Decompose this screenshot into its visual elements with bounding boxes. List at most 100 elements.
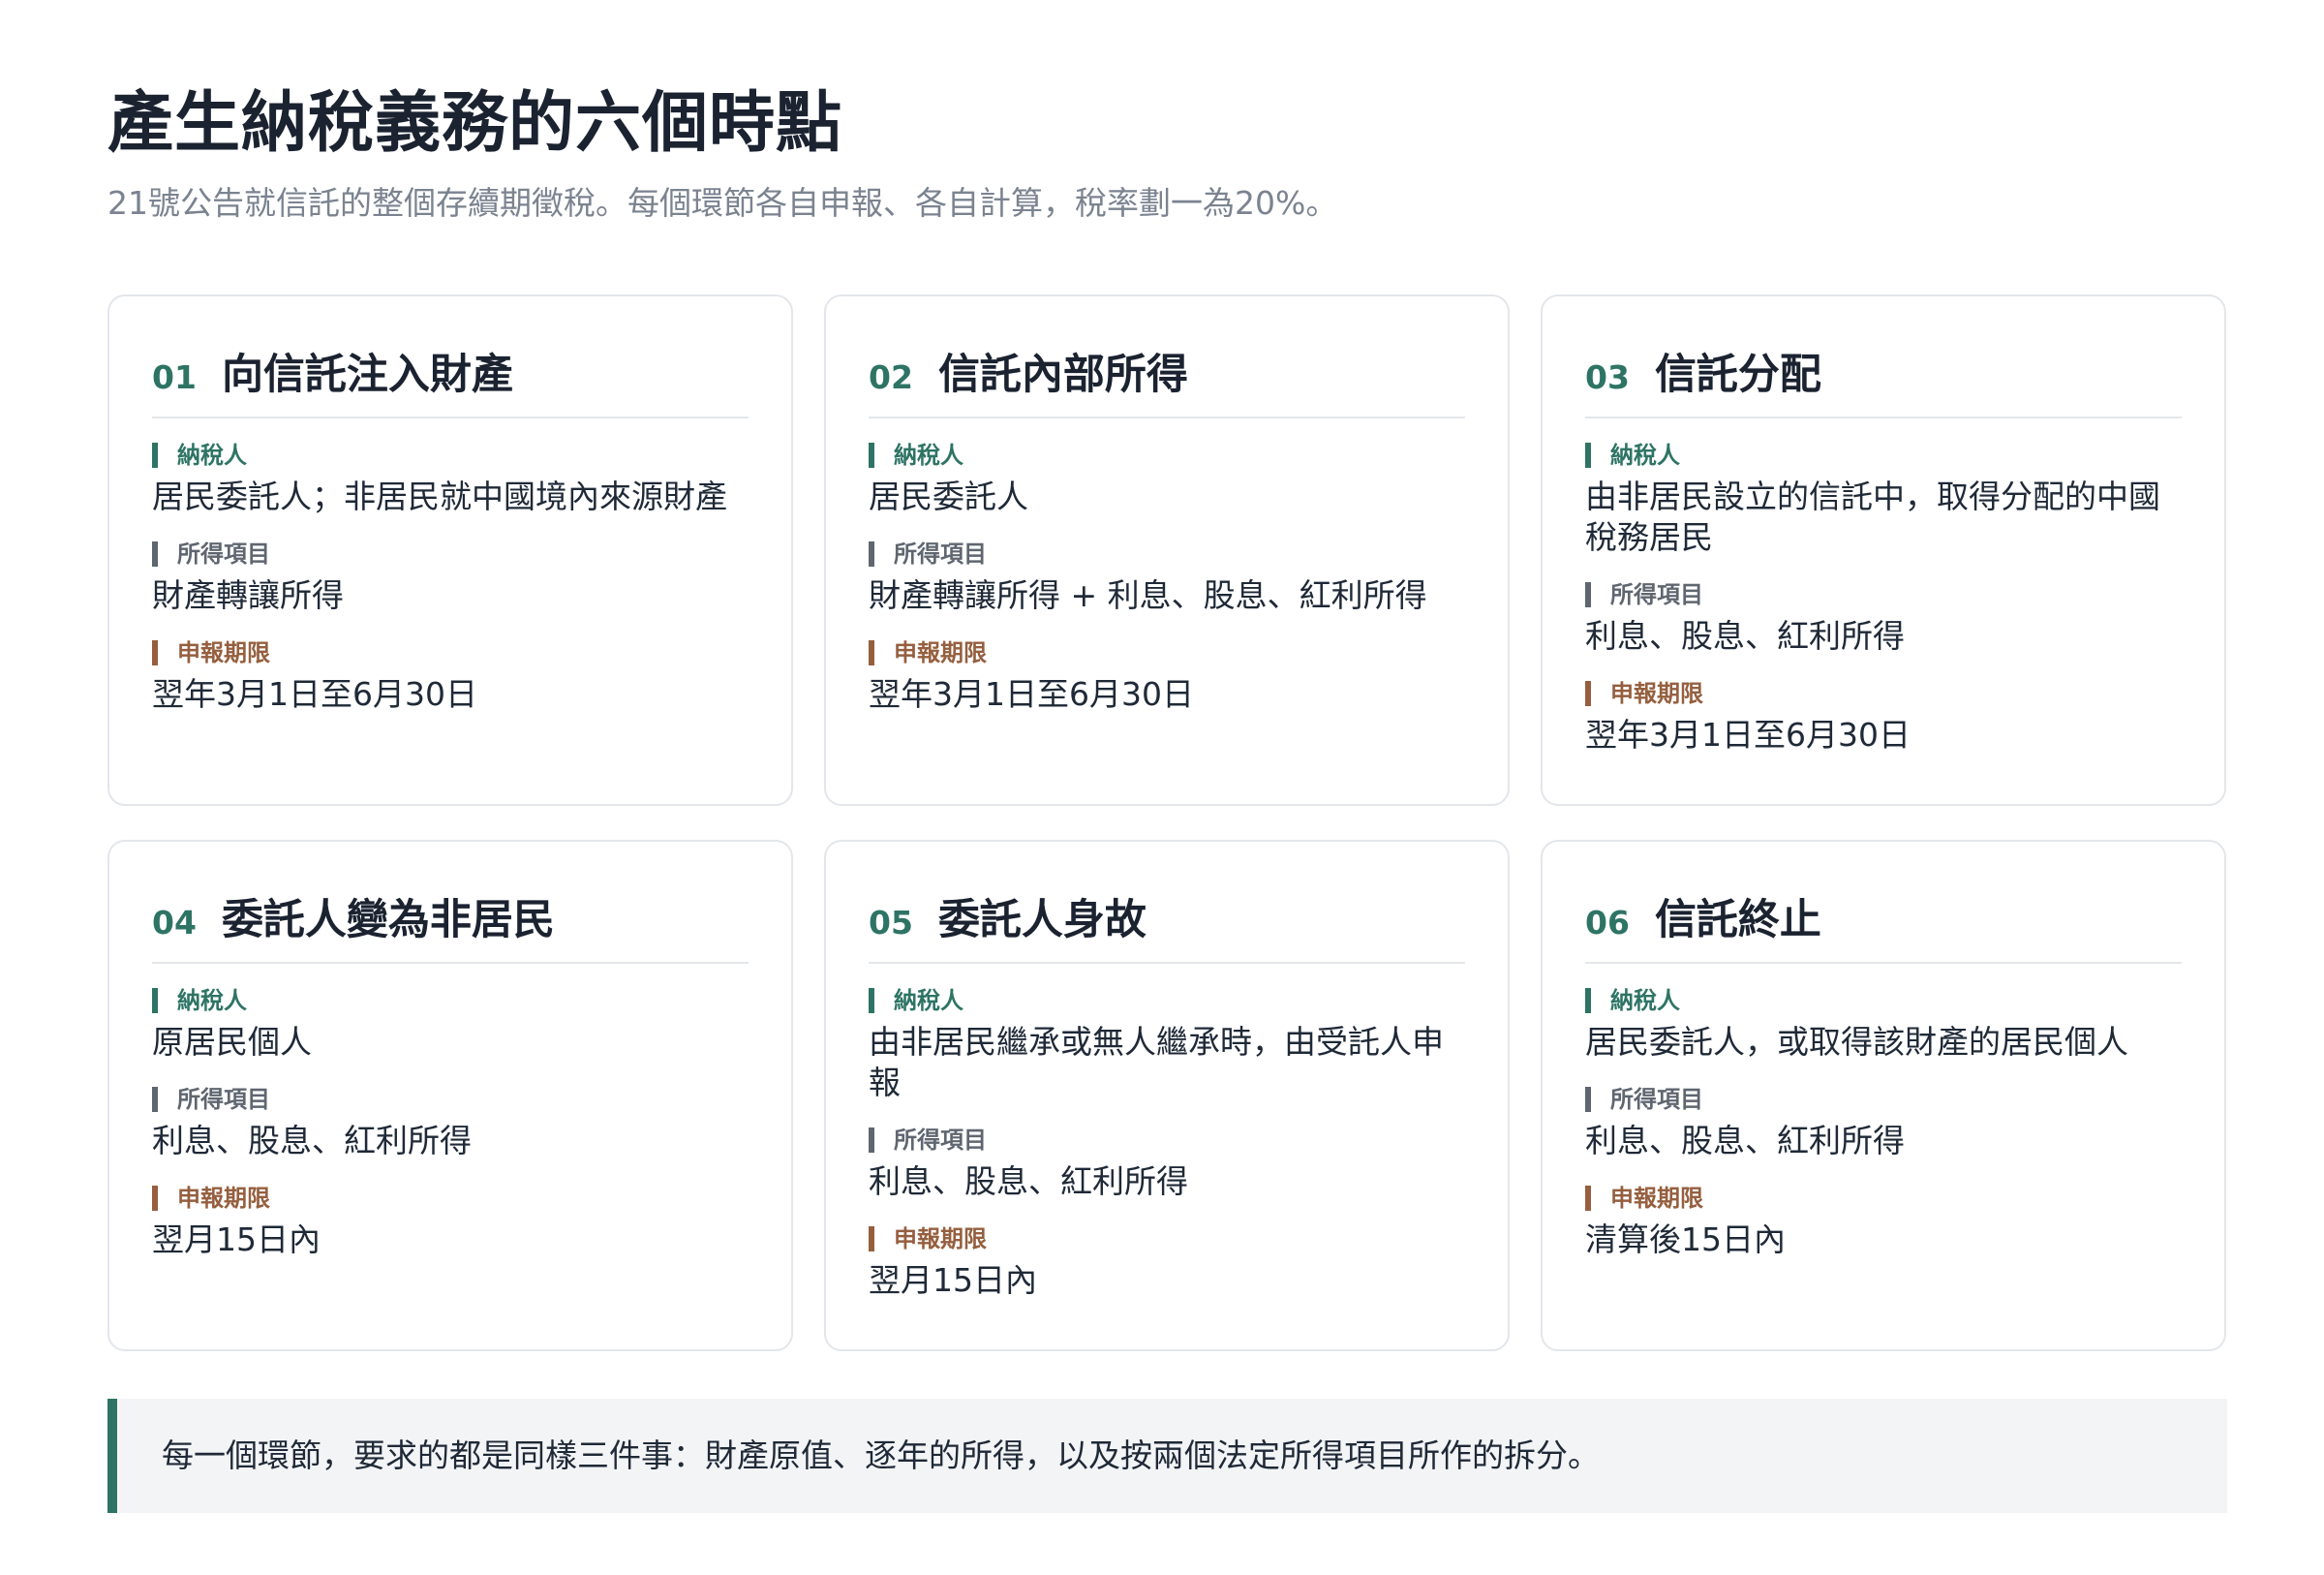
income-item-field: 所得項目 財產轉讓所得 [152,539,749,616]
deadline-label-text: 申報期限 [894,1225,987,1252]
taxpayer-value: 居民委託人；非居民就中國境內來源財產 [152,478,727,515]
label-marker [152,541,158,567]
income-item-label: 所得項目 [152,539,749,570]
taxpayer-value: 原居民個人 [152,1023,312,1061]
card-number: 05 [869,904,913,942]
taxpayer-label: 納稅人 [869,440,1465,471]
card-06: 06 信託終止 納稅人 居民委託人，或取得該財產的居民個人 所得項目 利息、股息… [1541,840,2226,1351]
card-header: 06 信託終止 [1585,886,2182,964]
card-header: 04 委託人變為非居民 [152,886,749,964]
card-05: 05 委託人身故 納稅人 由非居民繼承或無人繼承時，由受託人申報 所得項目 利息… [824,840,1510,1351]
taxpayer-value: 居民委託人 [869,478,1028,515]
deadline-field: 申報期限 翌年3月1日至6月30日 [152,637,749,715]
card-title: 信託內部所得 [937,351,1188,399]
income-item-label: 所得項目 [1585,1084,2182,1115]
deadline-label: 申報期限 [1585,678,2182,709]
card-02: 02 信託內部所得 納稅人 居民委託人 所得項目 財產轉讓所得 + 利息、股息、… [824,294,1510,806]
deadline-label-text: 申報期限 [177,1185,270,1212]
deadline-label: 申報期限 [152,1183,749,1214]
deadline-label: 申報期限 [869,1223,1465,1254]
taxpayer-label: 納稅人 [869,985,1465,1016]
taxpayer-field: 納稅人 居民委託人；非居民就中國境內來源財產 [152,440,749,517]
income-item-label-text: 所得項目 [1610,1086,1703,1113]
card-03: 03 信託分配 納稅人 由非居民設立的信託中，取得分配的中國稅務居民 所得項目 … [1541,294,2226,806]
card-grid: 01 向信託注入財產 納稅人 居民委託人；非居民就中國境內來源財產 所得項目 財… [107,294,2227,1351]
taxpayer-label: 納稅人 [1585,985,2182,1016]
income-item-label-text: 所得項目 [894,540,987,568]
label-marker [869,640,874,665]
label-marker [152,443,158,468]
label-marker [1585,443,1591,468]
taxpayer-label-text: 納稅人 [894,987,963,1014]
taxpayer-field: 納稅人 原居民個人 [152,985,749,1063]
label-marker [869,1127,874,1153]
summary-note: 每一個環節，要求的都是同樣三件事：財產原值、逐年的所得，以及按兩個法定所得項目所… [107,1399,2227,1513]
deadline-field: 申報期限 清算後15日內 [1585,1183,2182,1260]
income-item-value: 利息、股息、紅利所得 [869,1162,1188,1200]
taxpayer-label-text: 納稅人 [894,442,963,469]
card-number: 04 [152,904,197,942]
deadline-label-text: 申報期限 [177,639,270,666]
taxpayer-value: 居民委託人，或取得該財產的居民個人 [1585,1023,2128,1061]
taxpayer-field: 納稅人 由非居民繼承或無人繼承時，由受託人申報 [869,985,1465,1103]
card-header: 05 委託人身故 [869,886,1465,964]
page-subtitle: 21號公告就信託的整個存續期徵稅。每個環節各自申報、各自計算，稅率劃一為20%。 [107,184,1338,222]
label-marker [1585,988,1591,1013]
label-marker [869,541,874,567]
taxpayer-value: 由非居民繼承或無人繼承時，由受託人申報 [869,1023,1444,1101]
income-item-label: 所得項目 [869,539,1465,570]
label-marker [152,1186,158,1211]
deadline-value: 翌年3月1日至6月30日 [869,675,1194,713]
card-number: 06 [1585,904,1630,942]
label-marker [869,1226,874,1251]
card-title: 委託人變為非居民 [221,896,555,944]
card-title: 委託人身故 [937,896,1147,944]
label-marker [152,1087,158,1112]
deadline-label-text: 申報期限 [894,639,987,666]
taxpayer-label: 納稅人 [1585,440,2182,471]
taxpayer-label-text: 納稅人 [1610,442,1680,469]
deadline-value: 翌年3月1日至6月30日 [1585,716,1911,754]
label-marker [1585,681,1591,706]
deadline-value: 翌月15日內 [869,1261,1037,1299]
deadline-label-text: 申報期限 [1610,680,1703,707]
income-item-value: 利息、股息、紅利所得 [1585,617,1905,655]
label-marker [1585,582,1591,607]
label-marker [1585,1186,1591,1211]
card-04: 04 委託人變為非居民 納稅人 原居民個人 所得項目 利息、股息、紅利所得 申報… [107,840,793,1351]
card-header: 01 向信託注入財產 [152,341,749,418]
card-title: 信託終止 [1654,896,1821,944]
deadline-label: 申報期限 [152,637,749,668]
page: 產生納稅義務的六個時點 21號公告就信託的整個存續期徵稅。每個環節各自申報、各自… [0,0,2324,1575]
income-item-value: 財產轉讓所得 + 利息、股息、紅利所得 [869,576,1427,614]
card-number: 03 [1585,358,1630,396]
card-title: 向信託注入財產 [221,351,513,399]
label-marker [869,443,874,468]
taxpayer-label-text: 納稅人 [177,987,247,1014]
income-item-field: 所得項目 利息、股息、紅利所得 [869,1125,1465,1202]
card-01: 01 向信託注入財產 納稅人 居民委託人；非居民就中國境內來源財產 所得項目 財… [107,294,793,806]
taxpayer-label: 納稅人 [152,440,749,471]
deadline-label: 申報期限 [1585,1183,2182,1214]
summary-note-text: 每一個環節，要求的都是同樣三件事：財產原值、逐年的所得，以及按兩個法定所得項目所… [162,1436,1600,1474]
card-header: 03 信託分配 [1585,341,2182,418]
deadline-field: 申報期限 翌月15日內 [869,1223,1465,1301]
deadline-label: 申報期限 [869,637,1465,668]
card-header: 02 信託內部所得 [869,341,1465,418]
deadline-field: 申報期限 翌月15日內 [152,1183,749,1260]
taxpayer-field: 納稅人 居民委託人，或取得該財產的居民個人 [1585,985,2182,1063]
taxpayer-label-text: 納稅人 [177,442,247,469]
income-item-label-text: 所得項目 [894,1127,987,1154]
income-item-field: 所得項目 財產轉讓所得 + 利息、股息、紅利所得 [869,539,1465,616]
label-marker [152,640,158,665]
income-item-label-text: 所得項目 [177,540,270,568]
card-number: 02 [869,358,913,396]
label-marker [1585,1087,1591,1112]
card-number: 01 [152,358,197,396]
deadline-field: 申報期限 翌年3月1日至6月30日 [1585,678,2182,756]
income-item-value: 利息、股息、紅利所得 [152,1122,472,1159]
income-item-value: 利息、股息、紅利所得 [1585,1122,1905,1159]
deadline-value: 清算後15日內 [1585,1220,1786,1258]
card-title: 信託分配 [1654,351,1821,399]
taxpayer-field: 納稅人 由非居民設立的信託中，取得分配的中國稅務居民 [1585,440,2182,558]
